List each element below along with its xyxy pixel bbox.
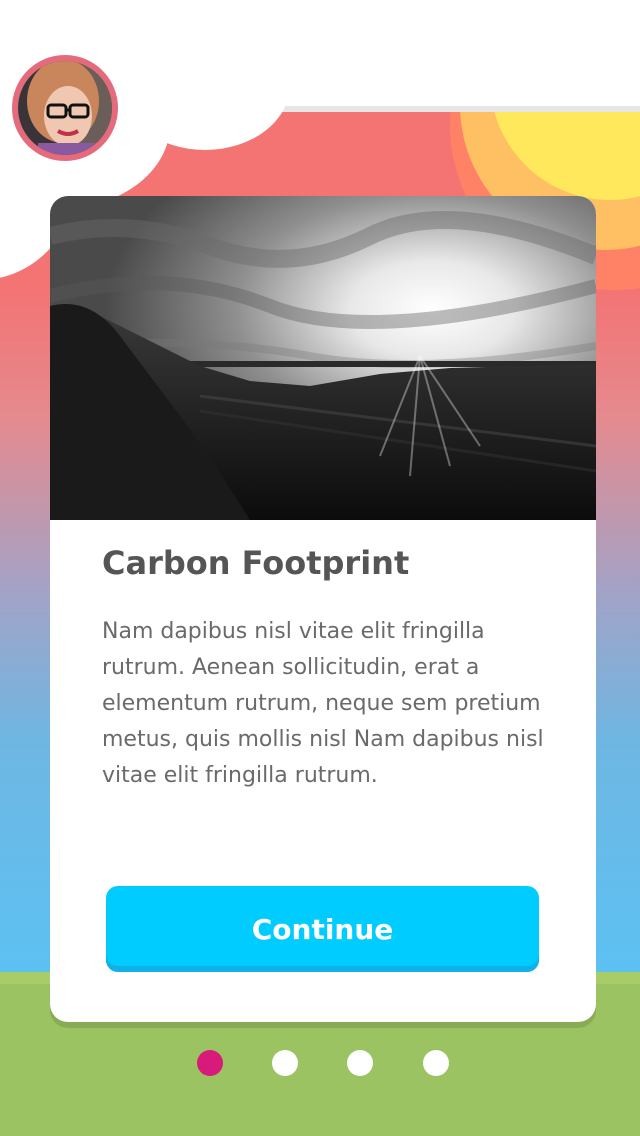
page-dot-4[interactable] [423,1050,449,1076]
page-dot-1[interactable] [197,1050,223,1076]
user-avatar-photo [18,61,112,155]
user-avatar-icon [18,61,112,155]
continue-button[interactable]: Continue [106,886,539,972]
card-photo [50,196,596,520]
landscape-photo [50,196,596,520]
page-dot-2[interactable] [272,1050,298,1076]
avatar[interactable] [12,55,118,161]
card-description: Nam dapibus nisl vitae elit fringilla ru… [102,619,544,788]
card-title: Carbon Footprint [102,544,410,582]
pagination-dots [0,1050,640,1076]
info-card: Carbon Footprint Nam dapibus nisl vitae … [50,196,596,1022]
page-dot-3[interactable] [347,1050,373,1076]
